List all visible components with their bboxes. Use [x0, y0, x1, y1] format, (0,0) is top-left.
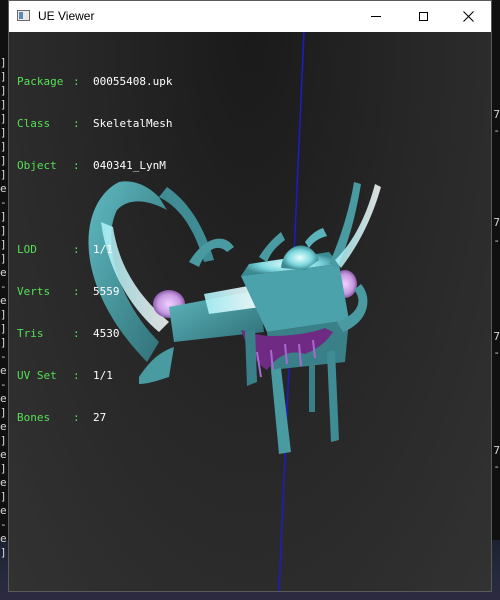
background-glyph: ]	[0, 406, 7, 419]
background-glyph: -	[0, 378, 7, 391]
background-glyph: -	[493, 234, 500, 247]
background-glyph: 7	[493, 108, 500, 121]
background-glyph: -	[493, 460, 500, 473]
background-window-right	[492, 0, 500, 600]
background-glyph: e	[0, 448, 7, 461]
background-glyph: ]	[0, 434, 7, 447]
background-glyph: ]	[0, 154, 7, 167]
3d-viewport[interactable]: Package: 00055408.upk Class: SkeletalMes…	[9, 32, 491, 591]
background-glyph: 7	[493, 216, 500, 229]
background-glyph: ]	[0, 140, 7, 153]
background-glyph: -	[0, 518, 7, 531]
maximize-icon	[418, 12, 428, 21]
info-row-object: Object: 040341_LynM	[17, 159, 166, 172]
background-glyph: ]	[0, 238, 7, 251]
background-glyph: -	[0, 280, 7, 293]
background-glyph: -	[0, 196, 7, 209]
background-glyph: -	[0, 350, 7, 363]
mesh-spike-3	[259, 232, 285, 262]
background-glyph: ]	[0, 490, 7, 503]
background-glyph: ]	[0, 462, 7, 475]
background-glyph: ]	[0, 70, 7, 83]
background-glyph: 7	[493, 330, 500, 343]
window-icon[interactable]	[17, 10, 30, 21]
background-glyph: ]	[0, 84, 7, 97]
background-glyph: ]	[0, 98, 7, 111]
minimize-button[interactable]	[353, 1, 399, 32]
background-glyph: ]	[0, 126, 7, 139]
background-glyph: ]	[0, 210, 7, 223]
close-button[interactable]	[445, 1, 491, 32]
background-glyph: ]	[0, 168, 7, 181]
maximize-button[interactable]	[400, 1, 446, 32]
background-glyph: ]	[0, 308, 7, 321]
background-glyph: -	[493, 124, 500, 137]
background-glyph: -	[493, 346, 500, 359]
mesh-leg-left	[245, 328, 257, 386]
minimize-icon	[371, 16, 381, 17]
info-row-uvset: UV Set: 1/1	[17, 369, 113, 382]
mesh-leg-right	[327, 350, 339, 442]
info-row-package: Package: 00055408.upk	[17, 75, 173, 88]
background-glyph: ]	[0, 546, 7, 559]
mesh-leg-back	[309, 362, 315, 412]
background-glyph: e	[0, 182, 7, 195]
title-bar[interactable]: UE Viewer	[9, 1, 491, 32]
mesh-spike-4	[305, 228, 327, 248]
info-row-tris: Tris: 4530	[17, 327, 120, 340]
background-glyph: e	[0, 392, 7, 405]
background-glyph: e	[0, 364, 7, 377]
background-glyph: e	[0, 532, 7, 545]
background-glyph: e	[0, 420, 7, 433]
info-row-lod: LOD: 1/1	[17, 243, 113, 256]
background-glyph: ]	[0, 322, 7, 335]
info-row-verts: Verts: 5559	[17, 285, 120, 298]
background-glyph: ]	[0, 224, 7, 237]
info-row-bones: Bones: 27	[17, 411, 107, 424]
background-glyph: 7	[493, 444, 500, 457]
window-title: UE Viewer	[38, 9, 95, 23]
background-glyph: ]	[0, 56, 7, 69]
background-glyph: e	[0, 476, 7, 489]
background-glyph: ]	[0, 252, 7, 265]
background-glyph: e	[0, 294, 7, 307]
mesh-info-overlay: Package: 00055408.upk Class: SkeletalMes…	[17, 47, 172, 453]
close-icon	[462, 11, 474, 22]
ue-viewer-window: UE Viewer Package: 00055408.upk Class:…	[8, 0, 492, 592]
background-glyph: ]	[0, 336, 7, 349]
background-glyph: ]	[0, 112, 7, 125]
background-glyph: e	[0, 504, 7, 517]
background-glyph: e	[0, 266, 7, 279]
info-row-class: Class: SkeletalMesh	[17, 117, 173, 130]
